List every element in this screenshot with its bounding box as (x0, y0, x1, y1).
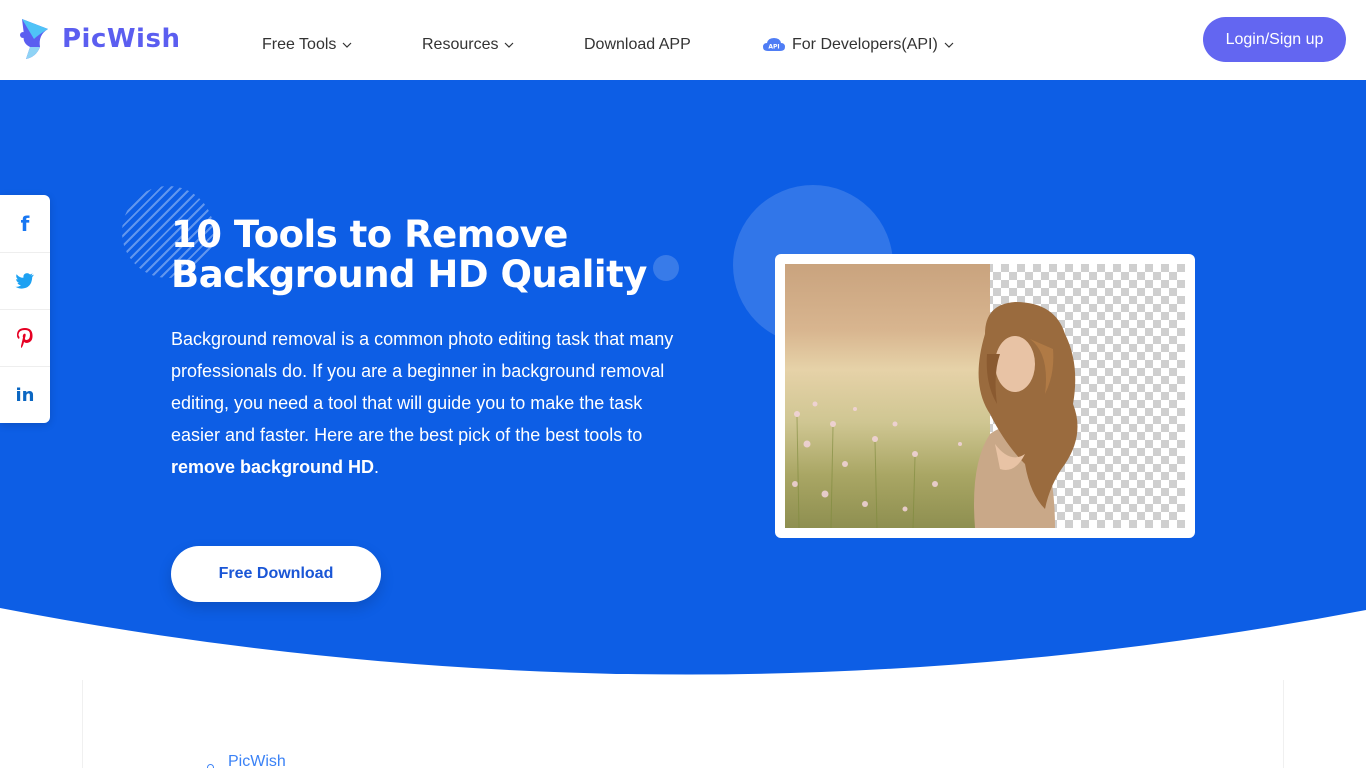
nav-label: Free Tools (262, 36, 337, 53)
linkedin-share-button[interactable]: in (0, 366, 50, 423)
svg-text:API: API (768, 44, 779, 51)
pinterest-share-button[interactable] (0, 309, 50, 366)
nav-free-tools[interactable]: Free Tools (262, 36, 352, 54)
hero-image-frame (775, 254, 1195, 538)
nav-label: Download APP (584, 36, 691, 53)
facebook-icon: f (20, 211, 30, 236)
login-signup-button[interactable]: Login/Sign up (1203, 17, 1346, 62)
woman-subject-illustration (974, 302, 1078, 528)
nav-label: Resources (422, 36, 499, 53)
nav-developers-api[interactable]: API For Developers(API) (762, 36, 954, 54)
site-header: PicWish Free Tools Resources Download AP… (0, 0, 1366, 80)
api-cloud-icon: API (763, 38, 785, 51)
pinterest-icon (17, 328, 33, 348)
chevron-down-icon (342, 42, 352, 48)
chevron-down-icon (505, 42, 514, 48)
twitter-share-button[interactable] (0, 252, 50, 309)
logo[interactable]: PicWish (18, 17, 180, 61)
free-download-button[interactable]: Free Download (171, 546, 381, 602)
linkedin-icon: in (15, 384, 35, 406)
nav-resources[interactable]: Resources (422, 36, 514, 54)
description-text: Background removal is a common photo edi… (171, 329, 674, 445)
description-end: . (374, 457, 380, 477)
logo-text: PicWish (62, 24, 181, 54)
twitter-icon (15, 273, 34, 289)
picwish-logo-icon (20, 19, 48, 59)
bullet-icon (207, 763, 214, 768)
hero-section: 10 Tools to Remove Background HD Quality… (0, 80, 1366, 690)
title-line-2: Background HD Quality (171, 253, 647, 296)
description-bold[interactable]: remove background HD (171, 457, 374, 477)
social-share-bar: f in (0, 195, 50, 423)
facebook-share-button[interactable]: f (0, 195, 50, 252)
hero-description: Background removal is a common photo edi… (171, 323, 691, 483)
title-line-1: 10 Tools to Remove (171, 213, 568, 256)
nav-download-app[interactable]: Download APP (584, 36, 691, 54)
nav-label: For Developers(API) (792, 36, 938, 53)
toc-item[interactable]: PicWish (207, 753, 286, 768)
toc-link[interactable]: PicWish (228, 753, 286, 768)
hero-image (785, 264, 1185, 528)
page-title: 10 Tools to Remove Background HD Quality (171, 215, 691, 295)
chevron-down-icon (944, 42, 954, 48)
